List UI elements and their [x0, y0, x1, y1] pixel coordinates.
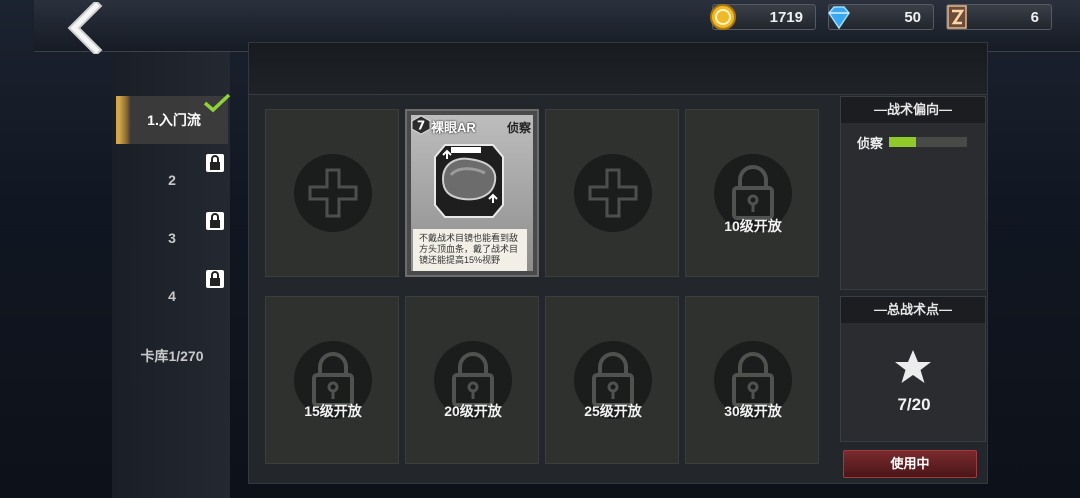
gem-value: 50 — [904, 9, 921, 26]
tactic-bias-bar — [889, 137, 967, 147]
padlock-icon — [732, 165, 774, 220]
tactic-bias-fill — [889, 137, 917, 147]
loadout-tab-label: 1.入门流 — [147, 112, 201, 128]
back-arrow-icon — [67, 0, 103, 57]
hero-badge-icon — [947, 5, 967, 29]
gem-counter: 50 — [828, 4, 934, 30]
panel-header — [249, 43, 987, 95]
checkmark-icon — [203, 93, 231, 113]
padlock-icon — [592, 352, 634, 407]
padlock-icon — [732, 352, 774, 407]
locked-card-slot[interactable]: 30级开放 — [685, 296, 819, 464]
gold-counter: 1719 — [710, 4, 816, 30]
back-button[interactable] — [58, 0, 114, 57]
unlock-level-label: 30级开放 — [724, 403, 782, 419]
locked-card-slot[interactable]: 10级开放 — [685, 109, 819, 277]
tactic-bias-title: —战术偏向— — [841, 97, 985, 123]
card-level-badge: 7 — [411, 115, 431, 135]
star-icon — [895, 350, 931, 383]
empty-card-slot[interactable] — [545, 109, 679, 277]
gold-value: 1719 — [769, 9, 803, 26]
card-name: 裸眼AR — [431, 120, 476, 135]
plus-icon — [308, 168, 358, 218]
empty-card-slot[interactable] — [265, 109, 399, 277]
locked-card-slot[interactable]: 25级开放 — [545, 296, 679, 464]
gold-coin-icon — [710, 4, 736, 30]
loadout-sidebar: 1.入门流 2 3 4 卡库1/270 — [112, 52, 231, 498]
locked-card-slot[interactable]: 20级开放 — [405, 296, 539, 464]
hero-value: 6 — [1030, 9, 1039, 26]
padlock-icon — [452, 352, 494, 407]
unlock-level-label: 10级开放 — [724, 218, 782, 234]
unlock-level-label: 20级开放 — [444, 403, 502, 419]
unlock-level-label: 15级开放 — [304, 403, 362, 419]
plus-icon — [588, 168, 638, 218]
loadout-tab-4[interactable]: 4 — [116, 268, 228, 324]
in-use-button[interactable]: 使用中 — [843, 450, 977, 478]
card-naked-eye-ar[interactable]: 7 裸眼AR 侦察 不戴战术目镜也能看到敌方头顶血条，戴了战术目镜还能提高15%… — [405, 109, 539, 277]
tactic-bias-label: 侦察 — [857, 136, 884, 151]
loadout-tab-label: 3 — [168, 230, 176, 246]
total-points-box: —总战术点— 7/20 — [840, 296, 986, 442]
lock-icon — [206, 212, 224, 230]
loadout-tab-2[interactable]: 2 — [116, 152, 228, 208]
card-description: 不戴战术目镜也能看到敌方头顶血条，戴了战术目镜还能提高15%视野 — [413, 229, 527, 271]
loadout-tab-label: 2 — [168, 172, 176, 188]
loadout-tab-label: 4 — [168, 288, 176, 304]
hero-counter: 6 — [946, 4, 1052, 30]
card-deck-tab[interactable]: 卡库1/270 — [116, 328, 228, 384]
padlock-icon — [312, 352, 354, 407]
lock-icon — [206, 154, 224, 172]
game-screen: 1719 50 6 1.入门流 2 3 4 卡库1/270 7 裸眼AR 侦察 … — [0, 0, 1080, 498]
total-points-title: —总战术点— — [841, 297, 985, 323]
goggles-icon — [434, 144, 504, 218]
locked-card-slot[interactable]: 15级开放 — [265, 296, 399, 464]
diamond-icon — [828, 6, 850, 30]
card-level: 7 — [417, 119, 425, 133]
card-deck-label: 卡库1/270 — [140, 348, 204, 364]
loadout-tab-3[interactable]: 3 — [116, 210, 228, 266]
total-points-value: 7/20 — [897, 395, 931, 414]
unlock-level-label: 25级开放 — [584, 403, 642, 419]
loadout-tab-1[interactable]: 1.入门流 — [116, 93, 231, 144]
tactic-bias-box: —战术偏向— 侦察 — [840, 96, 986, 290]
lock-icon — [206, 270, 224, 288]
card-type: 侦察 — [506, 121, 531, 135]
